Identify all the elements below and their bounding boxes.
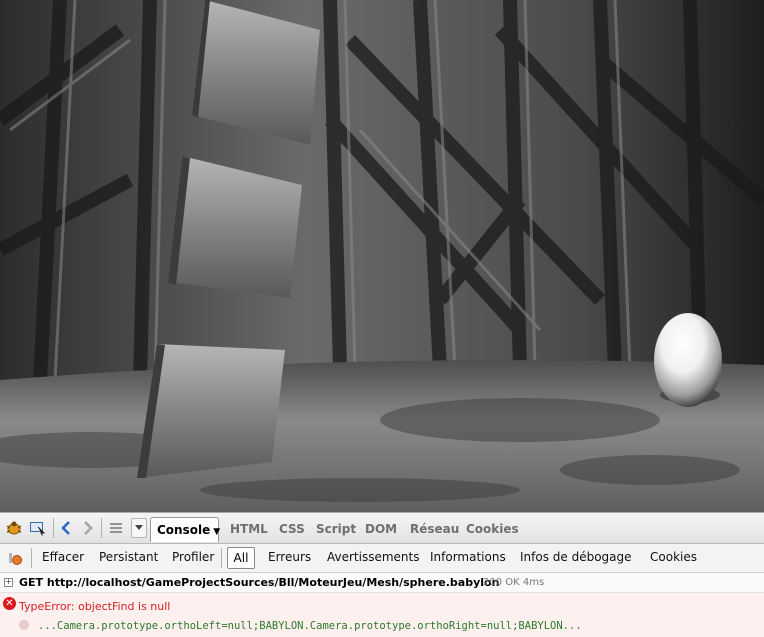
tab-dom[interactable]: DOM: [365, 522, 397, 536]
error-icon: ✕: [3, 597, 16, 610]
filter-errors-button[interactable]: Erreurs: [268, 550, 311, 564]
chevron-down-icon[interactable]: ▼: [213, 527, 220, 537]
expand-icon[interactable]: +: [4, 578, 13, 587]
firebug-panel: Console ▼ HTML CSS Script DOM Réseau Cook…: [0, 512, 764, 637]
tab-cookies[interactable]: Cookies: [466, 522, 519, 536]
persist-button[interactable]: Persistant: [99, 550, 158, 564]
back-icon[interactable]: [56, 518, 76, 538]
tab-console-label: Console: [157, 523, 211, 537]
error-source-line[interactable]: ...Camera.prototype.orthoLeft=null;BABYL…: [38, 620, 582, 632]
request-url: GET http://localhost/GameProjectSources/…: [19, 576, 500, 589]
breakpoint-icon[interactable]: [19, 620, 29, 630]
render-canvas[interactable]: [0, 0, 764, 512]
error-breakpoint-icon[interactable]: [5, 548, 25, 568]
network-log-row[interactable]: + GET http://localhost/GameProjectSource…: [0, 573, 764, 593]
status-code: 200 OK: [483, 577, 520, 588]
tab-network[interactable]: Réseau: [410, 522, 459, 536]
menu-icon[interactable]: [106, 518, 126, 538]
filter-info-button[interactable]: Informations: [430, 550, 506, 564]
profile-button[interactable]: Profiler: [172, 550, 214, 564]
filter-all-button[interactable]: All: [227, 547, 255, 569]
request-status: 200 OK 4ms: [483, 577, 544, 588]
console-toolbar: Effacer Persistant Profiler All Erreurs …: [0, 544, 764, 573]
filter-debug-button[interactable]: Infos de débogage: [520, 550, 632, 564]
tab-html[interactable]: HTML: [230, 522, 268, 536]
cube-bottom: [137, 344, 285, 478]
sphere: [654, 313, 722, 407]
firebug-bug-icon[interactable]: [4, 518, 24, 538]
inspect-icon[interactable]: [28, 518, 48, 538]
filter-warnings-button[interactable]: Avertissements: [327, 550, 419, 564]
tab-css[interactable]: CSS: [279, 522, 305, 536]
dropdown-icon[interactable]: [131, 518, 147, 538]
tab-script[interactable]: Script: [316, 522, 356, 536]
request-duration: 4ms: [522, 577, 545, 588]
clear-button[interactable]: Effacer: [42, 550, 84, 564]
error-log-row[interactable]: ✕ TypeError: objectFind is null ...Camer…: [0, 593, 764, 637]
error-message: TypeError: objectFind is null: [19, 600, 171, 613]
filter-cookies-button[interactable]: Cookies: [650, 550, 697, 564]
firebug-toolbar: Console ▼ HTML CSS Script DOM Réseau Cook…: [0, 513, 764, 544]
forward-icon[interactable]: [78, 518, 98, 538]
tab-console[interactable]: Console ▼: [150, 517, 220, 542]
